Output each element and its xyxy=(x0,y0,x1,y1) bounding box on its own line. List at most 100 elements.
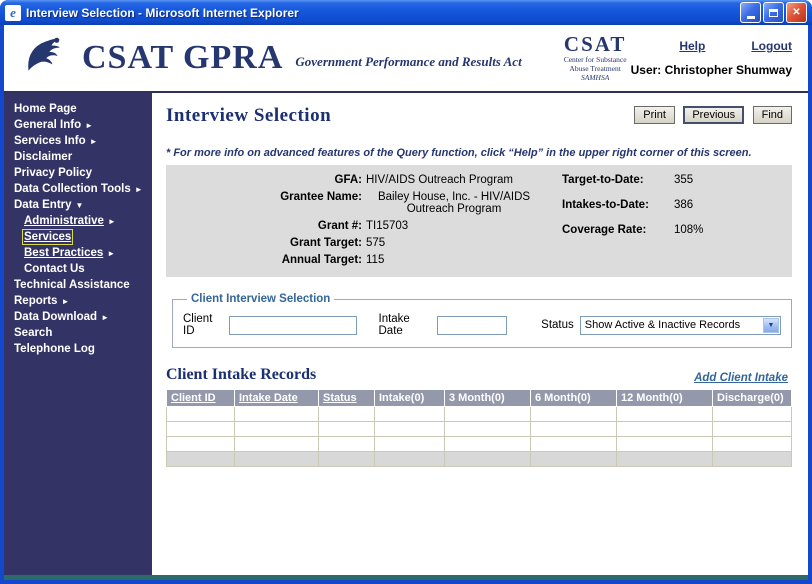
table-cell xyxy=(167,437,235,452)
table-cell xyxy=(617,422,713,437)
coverage-rate-label: Coverage Rate: xyxy=(562,224,670,236)
print-button[interactable]: Print xyxy=(634,106,675,124)
intake-date-input[interactable] xyxy=(437,316,507,335)
intake-date-label: Intake Date xyxy=(379,313,432,337)
intakes-to-date-label: Intakes-to-Date: xyxy=(562,199,670,211)
target-to-date-label: Target-to-Date: xyxy=(562,174,670,186)
column-header-status[interactable]: Status xyxy=(319,390,375,407)
table-cell xyxy=(319,437,375,452)
sidebar-item-telephone-log[interactable]: Telephone Log xyxy=(10,341,152,357)
sidebar-item-data-download[interactable]: Data Download► xyxy=(10,309,152,325)
sidebar-item-disclaimer[interactable]: Disclaimer xyxy=(10,149,152,165)
grant-info-box: GFA: HIV/AIDS Outreach Program Grantee N… xyxy=(166,165,792,277)
ie-page-icon: e xyxy=(5,5,21,21)
sidebar-item-data-entry[interactable]: Data Entry▼ xyxy=(10,197,152,213)
gfa-value: HIV/AIDS Outreach Program xyxy=(366,174,546,186)
find-button[interactable]: Find xyxy=(753,106,792,124)
table-cell xyxy=(375,407,445,422)
minimize-button[interactable] xyxy=(740,2,761,23)
toolbar: Print Previous Find xyxy=(630,105,792,124)
table-cell xyxy=(445,422,531,437)
close-button[interactable]: ✕ xyxy=(786,2,807,23)
logout-link[interactable]: Logout xyxy=(751,39,792,53)
footer-strip xyxy=(4,575,808,580)
submenu-arrow-icon: ► xyxy=(101,313,109,322)
column-header-12-month: 12 Month(0) xyxy=(617,390,713,407)
table-cell xyxy=(713,452,792,467)
table-cell xyxy=(235,437,319,452)
fieldset-legend: Client Interview Selection xyxy=(187,293,334,305)
status-selected-value: Show Active & Inactive Records xyxy=(585,319,740,331)
annual-target-label: Annual Target: xyxy=(174,254,362,266)
titlebar[interactable]: e Interview Selection - Microsoft Intern… xyxy=(0,0,812,25)
sidebar-item-contact-us[interactable]: Contact Us xyxy=(10,261,152,277)
submenu-arrow-icon: ► xyxy=(135,185,143,194)
sidebar-item-administrative[interactable]: Administrative► xyxy=(10,213,152,229)
status-select[interactable]: Show Active & Inactive Records ▼ xyxy=(580,316,781,335)
table-cell xyxy=(445,407,531,422)
help-note: * For more info on advanced features of … xyxy=(166,147,792,159)
header-right: Help Logout User: Christopher Shumway xyxy=(631,39,796,77)
sidebar-item-search[interactable]: Search xyxy=(10,325,152,341)
table-row xyxy=(167,452,792,467)
expanded-arrow-icon: ▼ xyxy=(76,201,84,210)
csat-logo-name: CSAT xyxy=(564,34,627,55)
sidebar-item-privacy-policy[interactable]: Privacy Policy xyxy=(10,165,152,181)
table-cell xyxy=(445,437,531,452)
sidebar-item-general-info[interactable]: General Info► xyxy=(10,117,152,133)
client-id-input[interactable] xyxy=(229,316,357,335)
table-cell xyxy=(531,437,617,452)
content-row: Home Page General Info► Services Info► D… xyxy=(4,93,808,575)
brand-title: CSAT GPRA xyxy=(82,41,283,75)
table-cell xyxy=(531,407,617,422)
column-header-client-id[interactable]: Client ID xyxy=(167,390,235,407)
table-cell xyxy=(375,452,445,467)
csat-logo: CSAT Center for Substance Abuse Treatmen… xyxy=(564,34,627,82)
grant-target-value: 575 xyxy=(366,237,546,249)
dropdown-arrow-icon[interactable]: ▼ xyxy=(763,318,779,333)
sidebar-item-services-info[interactable]: Services Info► xyxy=(10,133,152,149)
sidebar-item-services[interactable]: Services xyxy=(10,229,152,245)
csat-logo-line2: Abuse Treatment xyxy=(564,64,627,73)
main-content: Interview Selection Print Previous Find … xyxy=(152,93,808,575)
previous-button[interactable]: Previous xyxy=(683,106,744,124)
table-cell xyxy=(531,422,617,437)
table-cell xyxy=(319,422,375,437)
brand-subtitle: Government Performance and Results Act xyxy=(295,54,521,75)
add-client-intake-link[interactable]: Add Client Intake xyxy=(694,372,788,384)
sidebar-item-reports[interactable]: Reports► xyxy=(10,293,152,309)
client-id-label: Client ID xyxy=(183,313,223,337)
table-cell xyxy=(713,437,792,452)
window-body: CSAT GPRA Government Performance and Res… xyxy=(4,25,808,580)
sidebar-item-home-page[interactable]: Home Page xyxy=(10,101,152,117)
annual-target-value: 115 xyxy=(366,254,546,266)
grant-target-label: Grant Target: xyxy=(174,237,362,249)
table-cell xyxy=(445,452,531,467)
grantee-value: Bailey House, Inc. - HIV/AIDS Outreach P… xyxy=(366,191,542,215)
window-title: Interview Selection - Microsoft Internet… xyxy=(26,6,740,20)
client-interview-selection-fieldset: Client Interview Selection Client ID Int… xyxy=(172,293,792,348)
csat-logo-line1: Center for Substance xyxy=(564,55,627,64)
table-cell xyxy=(531,452,617,467)
sidebar-item-technical-assistance[interactable]: Technical Assistance xyxy=(10,277,152,293)
sidebar-item-data-collection-tools[interactable]: Data Collection Tools► xyxy=(10,181,152,197)
grant-number-label: Grant #: xyxy=(174,220,362,232)
table-cell xyxy=(617,437,713,452)
help-link[interactable]: Help xyxy=(679,39,705,53)
user-label: User: Christopher Shumway xyxy=(631,63,792,77)
csat-logo-samhsa: SAMHSA xyxy=(564,73,627,82)
maximize-button[interactable] xyxy=(763,2,784,23)
submenu-arrow-icon: ► xyxy=(85,121,93,130)
table-cell xyxy=(167,407,235,422)
table-cell xyxy=(375,437,445,452)
table-cell xyxy=(167,452,235,467)
sidebar-item-best-practices[interactable]: Best Practices► xyxy=(10,245,152,261)
table-row xyxy=(167,422,792,437)
table-cell xyxy=(617,407,713,422)
table-cell xyxy=(617,452,713,467)
hhs-eagle-logo xyxy=(18,33,64,84)
column-header-intake-date[interactable]: Intake Date xyxy=(235,390,319,407)
target-to-date-value: 355 xyxy=(674,174,734,186)
submenu-arrow-icon: ► xyxy=(90,137,98,146)
table-cell xyxy=(235,407,319,422)
